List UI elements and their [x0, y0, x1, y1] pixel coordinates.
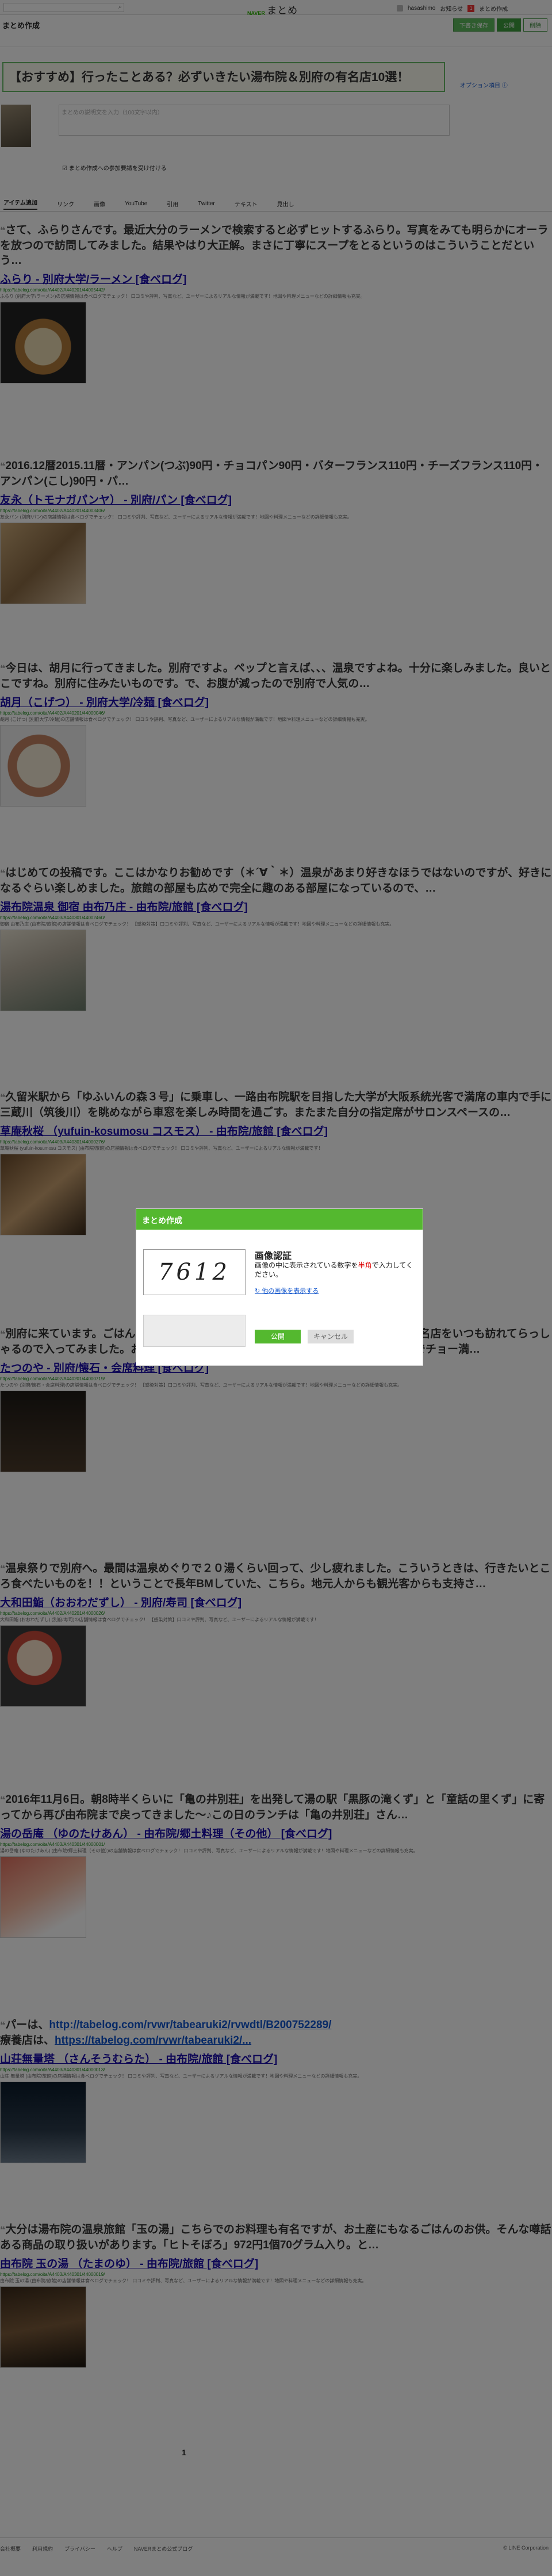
cancel-button[interactable]: キャンセル — [308, 1330, 354, 1343]
captcha-dialog: まとめ作成 7612 画像認証 画像の中に表示されている数字を半角で入力してくだ… — [136, 1208, 423, 1366]
reload-captcha-link[interactable]: ↻ 他の画像を表示する — [255, 1286, 319, 1295]
confirm-button[interactable]: 公開 — [255, 1330, 301, 1343]
instruction-highlight: 半角 — [358, 1261, 372, 1269]
captcha-image: 7612 — [143, 1249, 246, 1295]
instruction-text: 画像の中に表示されている数字を — [255, 1261, 358, 1269]
captcha-input[interactable] — [143, 1315, 246, 1347]
dialog-instruction: 画像の中に表示されている数字を半角で入力してください。 — [255, 1261, 416, 1279]
dialog-title: 画像認証 — [255, 1251, 292, 1261]
captcha-code: 7612 — [158, 1259, 231, 1285]
dialog-header: まとめ作成 — [136, 1209, 423, 1230]
reload-label: 他の画像を表示する — [262, 1288, 319, 1295]
